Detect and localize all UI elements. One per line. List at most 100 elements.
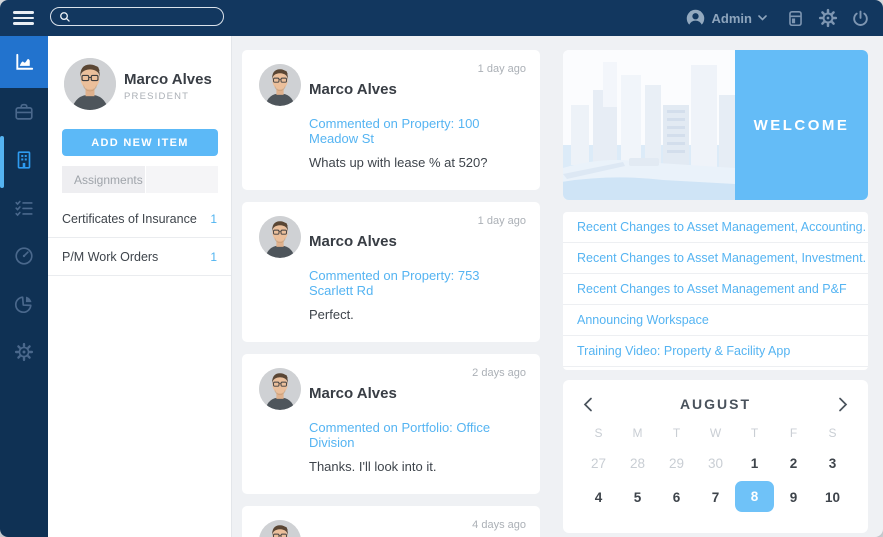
announcement-link[interactable]: Recent Changes to Asset Management, Inve…: [563, 243, 868, 274]
assignment-label: P/M Work Orders: [62, 249, 159, 264]
calendar-day[interactable]: 1: [735, 446, 774, 480]
profile-avatar: [64, 58, 116, 110]
sidebar-item-properties[interactable]: [0, 136, 48, 184]
calendar-day[interactable]: 10: [813, 480, 852, 514]
weekday-label: T: [750, 426, 759, 440]
activity-feed: 1 day ago Marco Alves Commented on Prope…: [242, 50, 540, 537]
announcement-link[interactable]: Training Video: Property & Facility App: [563, 336, 868, 367]
weekday-label: S: [594, 426, 603, 440]
settings-icon: [14, 342, 34, 362]
app-window: Admin Marco Alves PRESIDENT ADD NEW ITEM…: [0, 0, 883, 537]
feed-card: 1 day ago Marco Alves Commented on Prope…: [242, 202, 540, 342]
sidebar-item-settings[interactable]: [0, 328, 48, 376]
avatar: [259, 64, 301, 106]
feed-comment: Perfect.: [309, 307, 354, 322]
calendar-day-selected[interactable]: 8: [735, 481, 774, 512]
admin-label: Admin: [711, 10, 752, 26]
search-icon: [60, 11, 70, 22]
calendar-day[interactable]: 2: [774, 446, 813, 480]
avatar: [259, 368, 301, 410]
feed-action-link[interactable]: Commented on Property: 753 Scarlett Rd: [309, 268, 524, 298]
calendar-day[interactable]: 9: [774, 480, 813, 514]
calendar-day[interactable]: 3: [813, 446, 852, 480]
assignments-list: Certificates of Insurance 1 P/M Work Ord…: [48, 200, 231, 276]
journal-icon[interactable]: [786, 9, 805, 28]
tab-assignments[interactable]: Assignments: [62, 166, 145, 193]
weekday-label: M: [632, 426, 643, 440]
calendar-weekday-row: S M T W T F S: [579, 420, 852, 446]
calendar-day[interactable]: 5: [618, 480, 657, 514]
building-icon: [17, 151, 31, 169]
pie-chart-icon: [14, 296, 32, 314]
list-item-workorders[interactable]: P/M Work Orders 1: [48, 238, 231, 276]
feed-card: 1 day ago Marco Alves Commented on Prope…: [242, 50, 540, 190]
assignment-label: Certificates of Insurance: [62, 211, 197, 226]
feed-card: 4 days ago Marco Alves Commented on Prop…: [242, 506, 540, 537]
welcome-panel: WELCOME: [735, 50, 868, 200]
calendar-widget: AUGUST S M T W T F S 27 28 29 30 1 2 3 4…: [563, 380, 868, 533]
sidebar-item-analytics[interactable]: [0, 280, 48, 328]
assignment-count-badge: 1: [210, 211, 217, 226]
sidebar-item-portfolio[interactable]: [0, 88, 48, 136]
search-bar[interactable]: [50, 7, 224, 26]
profile-name: Marco Alves: [124, 71, 212, 88]
calendar-prev-button[interactable]: [583, 397, 593, 412]
feed-user-name: Marco Alves: [309, 385, 397, 402]
weekday-label: F: [789, 426, 798, 440]
sidebar-item-reports[interactable]: [0, 232, 48, 280]
feed-user-name: Marco Alves: [309, 81, 397, 98]
gauge-icon: [15, 247, 33, 265]
calendar-day[interactable]: 6: [657, 480, 696, 514]
welcome-label: WELCOME: [753, 116, 850, 134]
city-skyline-image: [563, 50, 739, 200]
hamburger-menu-icon[interactable]: [13, 11, 34, 25]
calendar-day[interactable]: 28: [618, 446, 657, 480]
weekday-label: T: [672, 426, 681, 440]
admin-user-menu[interactable]: Admin: [685, 8, 767, 29]
feed-comment: Whats up with lease % at 520?: [309, 155, 488, 170]
calendar-day[interactable]: 29: [657, 446, 696, 480]
feed-action-link[interactable]: Commented on Portfolio: Office Division: [309, 420, 524, 450]
assignment-count-badge: 1: [210, 249, 217, 264]
timestamp: 1 day ago: [477, 215, 526, 227]
chevron-down-icon: [758, 15, 767, 21]
announcement-link[interactable]: Recent Changes to Asset Management, Acco…: [563, 212, 868, 243]
calendar-day[interactable]: 4: [579, 480, 618, 514]
timestamp: 4 days ago: [472, 519, 526, 531]
welcome-banner: WELCOME: [563, 50, 868, 200]
add-new-item-button[interactable]: ADD NEW ITEM: [62, 129, 218, 156]
sidebar-item-tasks[interactable]: [0, 184, 48, 232]
power-icon[interactable]: [851, 9, 870, 28]
checklist-icon: [15, 200, 33, 217]
announcement-link[interactable]: Recent Changes to Asset Management and P…: [563, 274, 868, 305]
chevron-left-icon: [583, 397, 592, 411]
announcement-link[interactable]: Announcing Workspace: [563, 305, 868, 336]
calendar-month-label: AUGUST: [679, 396, 752, 412]
feed-comment: Thanks. I'll look into it.: [309, 459, 437, 474]
sidebar-item-dashboard[interactable]: [0, 36, 48, 88]
scroll-indicator[interactable]: [0, 136, 4, 188]
profile-panel: Marco Alves PRESIDENT ADD NEW ITEM Assig…: [48, 36, 232, 537]
tab-empty[interactable]: [144, 166, 218, 193]
gear-icon[interactable]: [818, 8, 838, 28]
calendar-day[interactable]: 30: [696, 446, 735, 480]
timestamp: 2 days ago: [472, 367, 526, 379]
assignments-tabbar: Assignments: [62, 166, 218, 193]
calendar-day[interactable]: 7: [696, 480, 735, 514]
list-item-certificates[interactable]: Certificates of Insurance 1: [48, 200, 231, 238]
search-input[interactable]: [72, 8, 223, 25]
user-avatar-icon: [686, 9, 704, 28]
profile-role: PRESIDENT: [124, 91, 190, 102]
calendar-next-button[interactable]: [838, 397, 848, 412]
top-navbar: Admin: [0, 0, 883, 36]
calendar-days-grid: 27 28 29 30 1 2 3 4 5 6 7 8 9 10: [579, 446, 852, 514]
feed-action-link[interactable]: Commented on Property: 100 Meadow St: [309, 116, 524, 146]
avatar: [259, 216, 301, 258]
weekday-label: S: [828, 426, 837, 440]
icon-sidebar: [0, 36, 48, 537]
right-column: WELCOME Recent Changes to Asset Manageme…: [563, 50, 868, 533]
area-chart-icon: [15, 53, 33, 70]
announcements-list: Recent Changes to Asset Management, Acco…: [563, 212, 868, 370]
calendar-day[interactable]: 27: [579, 446, 618, 480]
weekday-label: W: [709, 426, 722, 440]
